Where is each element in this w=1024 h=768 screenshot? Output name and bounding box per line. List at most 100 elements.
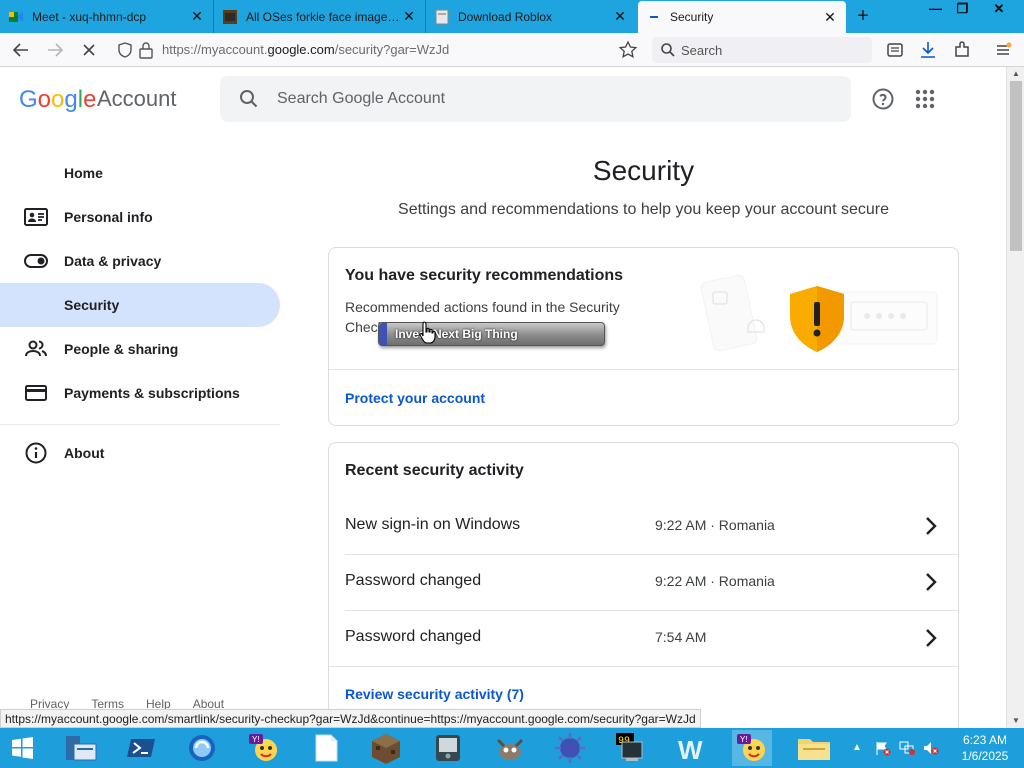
tab-close-icon[interactable]: ✕: [822, 9, 838, 26]
image-icon: [223, 9, 237, 24]
gimp-icon[interactable]: [490, 730, 530, 766]
sidebar-divider: [0, 424, 280, 425]
people-icon: [25, 340, 47, 357]
spiky-app-icon[interactable]: [550, 730, 590, 766]
tab-image[interactable]: All OSes forkie face image.jpg ✕: [214, 0, 426, 33]
sidebar-item-home[interactable]: Home: [0, 151, 280, 195]
notepad-icon[interactable]: [306, 730, 346, 766]
sidebar-item-label: About: [64, 445, 105, 461]
meet-icon: [9, 11, 23, 22]
new-tab-button[interactable]: +: [852, 4, 874, 28]
info-icon: [25, 442, 47, 464]
minecraft-icon[interactable]: [366, 730, 406, 766]
folder-icon[interactable]: [794, 730, 834, 766]
browser-toolbar: https://myaccount.google.com/security?ga…: [0, 33, 1024, 67]
sidebar-item-label: Security: [64, 297, 120, 313]
apps-grid-icon[interactable]: [913, 87, 937, 111]
logo-suffix: Account: [97, 86, 177, 111]
url-suffix: /security?gar=WzJd: [334, 42, 450, 57]
terminal-icon[interactable]: 99: [610, 730, 650, 766]
activity-event: New sign-in on Windows: [345, 516, 521, 533]
sidebar-item-label: Data & privacy: [64, 253, 162, 269]
activity-meta: 7:54 AM: [655, 629, 707, 645]
back-icon[interactable]: [10, 39, 32, 61]
tooltip-popup[interactable]: Invest Next Big Thing: [378, 322, 605, 346]
browser-tab-strip: Meet - xuq-hhmn-dcp ✕ All OSes forkie fa…: [0, 0, 1024, 33]
chevron-right-icon: [926, 629, 937, 647]
close-window-button[interactable]: ✕: [976, 0, 1022, 18]
file-explorer-icon[interactable]: [60, 730, 100, 766]
hand-cursor-icon: [419, 321, 436, 344]
review-activity-link[interactable]: Review security activity (7): [345, 686, 524, 702]
downloads-icon[interactable]: [917, 39, 939, 61]
stop-loading-icon[interactable]: [78, 39, 100, 61]
sidebar-item-about[interactable]: About: [0, 431, 280, 475]
popup-text: Invest Next Big Thing: [395, 327, 518, 341]
volume-muted-icon[interactable]: [922, 740, 940, 756]
menu-icon[interactable]: [992, 39, 1014, 61]
activity-meta: 9:22 AM · Romania: [655, 517, 775, 533]
browser-app-icon[interactable]: [182, 730, 222, 766]
help-icon[interactable]: [871, 87, 895, 111]
url-text[interactable]: https://myaccount.google.com/security?ga…: [162, 42, 449, 57]
start-button[interactable]: [2, 730, 42, 766]
address-bar[interactable]: https://myaccount.google.com/security?ga…: [108, 37, 648, 63]
google-account-search[interactable]: Search Google Account: [220, 76, 851, 122]
media-player-icon[interactable]: [428, 730, 468, 766]
credit-card-icon: [25, 385, 47, 401]
activity-row[interactable]: Password changed 7:54 AM: [329, 610, 958, 666]
flag-alert-icon[interactable]: [874, 740, 892, 756]
sidebar-item-people-sharing[interactable]: People & sharing: [0, 327, 280, 371]
scroll-up-icon[interactable]: ▲: [1007, 67, 1024, 81]
sidebar-item-security[interactable]: Security: [0, 283, 280, 327]
bookmark-star-icon[interactable]: [618, 40, 638, 60]
scrollbar-thumb[interactable]: [1010, 81, 1022, 251]
taskbar-clock[interactable]: 6:23 AM 1/6/2025: [950, 732, 1020, 764]
vertical-scrollbar[interactable]: ▲ ▼: [1006, 67, 1024, 728]
google-wordmark: Google: [19, 86, 96, 113]
sidebar-item-personal-info[interactable]: Personal info: [0, 195, 280, 239]
activity-row[interactable]: New sign-in on Windows 9:22 AM · Romania: [329, 498, 958, 554]
activity-meta: 9:22 AM · Romania: [655, 573, 775, 589]
google-account-logo[interactable]: Google Account: [19, 86, 177, 113]
shield-icon[interactable]: [116, 41, 134, 59]
forward-icon[interactable]: [44, 39, 66, 61]
tray-expand-icon[interactable]: ▲: [852, 742, 862, 753]
tab-close-icon[interactable]: ✕: [401, 8, 417, 25]
activity-row[interactable]: Password changed 9:22 AM · Romania: [329, 554, 958, 610]
tab-security[interactable]: Security ✕: [638, 1, 846, 33]
tab-meet[interactable]: Meet - xuq-hhmn-dcp ✕: [0, 0, 214, 33]
scroll-down-icon[interactable]: ▼: [1007, 714, 1024, 728]
protect-account-link[interactable]: Protect your account: [345, 390, 485, 406]
page-title: Security: [592, 155, 695, 186]
logo-text: Google: [19, 86, 95, 112]
extensions-icon[interactable]: [951, 39, 973, 61]
activity-event: Password changed: [345, 572, 482, 589]
reader-view-icon[interactable]: [884, 39, 906, 61]
clock-time: 6:23 AM: [962, 733, 1008, 747]
search-placeholder: Search Google Account: [277, 90, 446, 107]
search-icon: [240, 90, 258, 108]
popup-accent: [379, 323, 387, 345]
tab-label: Download Roblox: [458, 9, 553, 24]
tab-close-icon[interactable]: ✕: [189, 8, 205, 25]
yahoo-messenger-2-icon[interactable]: Y!: [732, 730, 772, 766]
tab-roblox[interactable]: Download Roblox ✕: [426, 0, 636, 33]
powershell-icon[interactable]: [122, 730, 162, 766]
sidebar-item-payments[interactable]: Payments & subscriptions: [0, 371, 280, 415]
tab-close-icon[interactable]: ✕: [612, 8, 628, 25]
browser-search-box[interactable]: Search: [652, 37, 872, 63]
lock-icon[interactable]: [138, 41, 154, 59]
restore-button[interactable]: ❐: [949, 0, 976, 18]
url-prefix: https://myaccount.: [162, 42, 268, 57]
taskbar: Y! 99 W Y! ▲ 6:23 AM 1/6/2025: [0, 728, 1024, 768]
sidebar-item-label: Payments & subscriptions: [64, 385, 240, 401]
minimize-button[interactable]: —: [922, 0, 949, 18]
recommendations-title: You have security recommendations: [345, 267, 624, 284]
word-app-icon[interactable]: W: [672, 730, 712, 766]
network-icon[interactable]: [898, 740, 916, 756]
toggle-icon: [24, 254, 48, 268]
tab-label: Meet - xuq-hhmn-dcp: [32, 9, 147, 24]
sidebar-item-data-privacy[interactable]: Data & privacy: [0, 239, 280, 283]
yahoo-messenger-icon[interactable]: Y!: [244, 730, 284, 766]
